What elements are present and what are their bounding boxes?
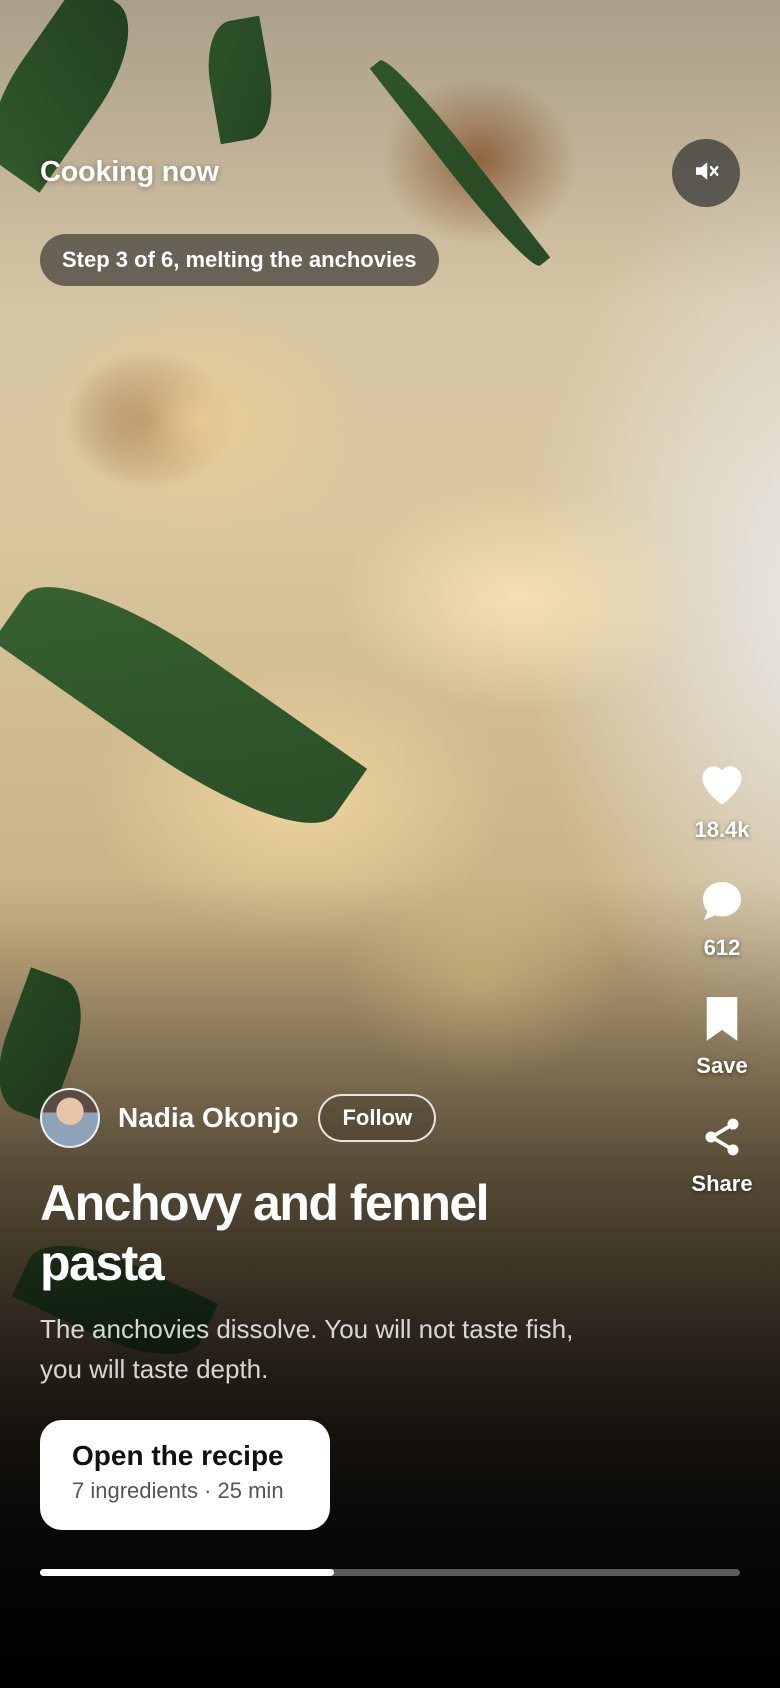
step-label: Step 3 of 6, melting the anchovies <box>62 247 417 272</box>
like-button[interactable]: 18.4k <box>694 755 750 843</box>
bookmark-icon <box>694 991 750 1047</box>
comment-icon <box>694 873 750 929</box>
comment-count: 612 <box>703 935 741 960</box>
mute-button[interactable] <box>672 139 740 207</box>
follow-button[interactable]: Follow <box>318 1094 437 1142</box>
author-row: Nadia Okonjo Follow <box>40 1088 437 1148</box>
video-progress-bar[interactable] <box>40 1569 740 1576</box>
save-button[interactable]: Save <box>694 991 750 1079</box>
action-rail: 18.4k 612 Save Share <box>682 755 762 1227</box>
save-label: Save <box>696 1053 748 1078</box>
avatar[interactable] <box>40 1088 100 1148</box>
share-icon <box>694 1109 750 1165</box>
open-recipe-button[interactable]: Open the recipe 7 ingredients · 25 min <box>40 1420 330 1530</box>
header-title: Cooking now <box>40 156 219 188</box>
like-count: 18.4k <box>694 817 750 842</box>
comment-button[interactable]: 612 <box>694 873 750 961</box>
post-description: The anchovies dissolve. You will not tas… <box>40 1314 574 1384</box>
heart-icon <box>694 755 750 811</box>
share-label: Share <box>691 1171 753 1196</box>
progress-fill <box>40 1569 334 1576</box>
step-indicator: Step 3 of 6, melting the anchovies <box>40 234 439 286</box>
speaker-muted-icon <box>691 156 721 191</box>
post-title: Anchovy and fennel pasta <box>40 1175 490 1291</box>
recipe-button-title: Open the recipe <box>72 1440 284 1471</box>
share-button[interactable]: Share <box>691 1109 753 1197</box>
recipe-meta: 7 ingredients · 25 min <box>72 1478 284 1503</box>
author-name[interactable]: Nadia Okonjo <box>118 1102 298 1134</box>
